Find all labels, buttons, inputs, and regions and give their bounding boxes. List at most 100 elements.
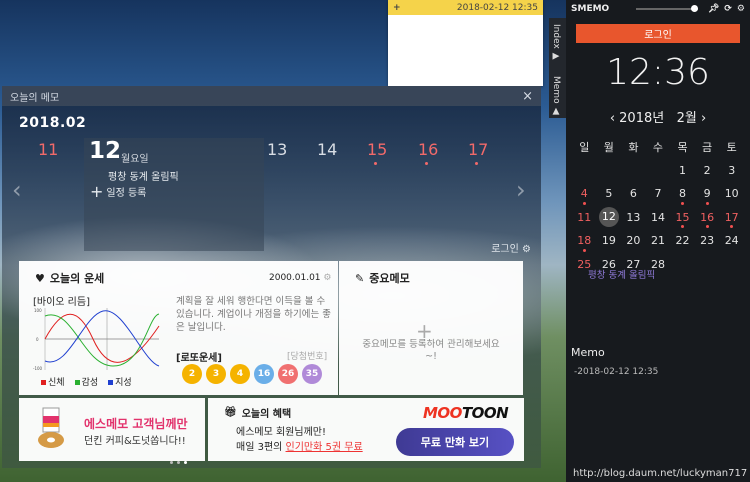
next-arrow-icon[interactable]: › [516, 176, 526, 204]
fortune-title: ♥ 오늘의 운세 [35, 270, 104, 286]
fortune-text: 계획을 잘 세워 행한다면 이득을 볼 수 있습니다. 계업이나 개점을 하기에… [176, 296, 331, 333]
ad1-title: 에스메모 고객님께만 [84, 417, 188, 431]
calendar-day[interactable]: 6 [621, 182, 646, 206]
calendar-day-number: 8 [679, 187, 687, 201]
add-schedule-button[interactable]: + 일정 등록 [90, 182, 146, 201]
svg-text:-100: -100 [33, 366, 43, 371]
biorhythm-legend: 신체 감성 지성 [41, 375, 132, 388]
calendar-day-number: 22 [675, 234, 690, 248]
calendar-day[interactable]: 1 [670, 159, 695, 183]
calendar-day [572, 159, 597, 183]
calendar-day [719, 253, 744, 277]
fortune-title-text: 오늘의 운세 [49, 272, 105, 285]
calendar-day[interactable]: 21 [646, 229, 671, 253]
settings-icon[interactable]: ⚙ [323, 273, 331, 283]
calendar-day[interactable]: 9 [695, 182, 720, 206]
gear-icon[interactable]: ⚙ [737, 4, 745, 14]
calendar-day[interactable]: 4 [572, 182, 597, 206]
today-cell[interactable]: 12 월요일 평창 동계 올림픽 + 일정 등록 [84, 138, 264, 251]
pin-icon[interactable]: 📌︎ [708, 4, 719, 14]
calendar-day [646, 159, 671, 183]
calendar-day-number: 14 [650, 210, 665, 224]
weekday-label: 월 [603, 140, 614, 154]
calendar-day[interactable]: 20 [621, 229, 646, 253]
prev-arrow-icon[interactable]: ‹ [12, 176, 22, 204]
pager-dot[interactable] [177, 461, 180, 464]
refresh-icon[interactable]: ⟳ [724, 4, 732, 14]
lotto-ball: 2 [182, 364, 202, 384]
calendar-day[interactable]: 22 [670, 229, 695, 253]
calendar-day[interactable]: 3 [719, 159, 744, 183]
calendar-day[interactable]: 14 [646, 206, 671, 230]
calendar-day[interactable]: 12 [597, 206, 622, 230]
tab-memo[interactable]: Memo ▲ [551, 76, 561, 116]
free-comics-button[interactable]: 무료 만화 보기 [396, 428, 514, 456]
day-15[interactable]: 15 [367, 140, 387, 159]
day-13[interactable]: 13 [267, 140, 287, 159]
event-dot [681, 201, 685, 205]
legend-emotional: 감성 [75, 375, 99, 388]
calendar-day[interactable]: 10 [719, 182, 744, 206]
pager-dot[interactable] [170, 461, 173, 464]
gift-icon: 🎁︎ [224, 407, 237, 418]
mootoon-ad-banner[interactable]: 🎁︎ 오늘의 혜택 에스메모 회원님께만! 매일 3편의 인기만화 5권 무료 … [208, 398, 524, 461]
calendar-day[interactable]: 13 [621, 206, 646, 230]
calendar-day[interactable]: 11 [572, 206, 597, 230]
slider-handle[interactable] [691, 4, 699, 12]
calendar-day[interactable]: 18 [572, 229, 597, 253]
calendar-day[interactable]: 15 [670, 206, 695, 230]
fortune-date[interactable]: 2000.01.01 ⚙ [269, 273, 331, 283]
panel-header: 오늘의 메모 × [2, 86, 541, 106]
ad1-subtitle: 던킨 커피&도넛쏩니다!! [84, 436, 186, 447]
today-event[interactable]: 평창 동계 올림픽 [108, 168, 179, 183]
prev-month-icon[interactable]: ‹ [610, 111, 615, 126]
calendar-day-number: 24 [724, 234, 739, 248]
smemo-sidebar: SMEMO 📌︎ ⟳ ⚙ 로그인 12:36 ‹ 2018년 2월 › 일 월 … [566, 0, 750, 482]
panel-login-link[interactable]: 로그인 ⚙ [491, 240, 531, 255]
brand-part-a: MOO [423, 404, 462, 422]
calendar-day[interactable]: 19 [597, 229, 622, 253]
calendar-day[interactable]: 7 [646, 182, 671, 206]
close-icon[interactable]: × [522, 89, 533, 104]
calendar-day-number: 19 [601, 234, 616, 248]
legend-physical: 신체 [41, 375, 65, 388]
next-month-icon[interactable]: › [701, 111, 706, 126]
add-note-button[interactable]: + [393, 3, 401, 13]
day-11[interactable]: 11 [38, 140, 58, 159]
calendar-day[interactable]: 8 [670, 182, 695, 206]
lotto-ball: 16 [254, 364, 274, 384]
calendar-day[interactable]: 16 [695, 206, 720, 230]
tab-index[interactable]: Index ▶ [551, 24, 561, 62]
calendar-day-number: 15 [675, 210, 690, 224]
fortune-date-text: 2000.01.01 [269, 273, 321, 283]
sticky-note[interactable]: + 2018-02-12 12:35 [388, 0, 543, 86]
pager-dots[interactable] [170, 461, 187, 464]
pager-dot[interactable] [184, 461, 187, 464]
calendar-day [621, 159, 646, 183]
important-memo-card[interactable]: ✎ 중요메모 + 중요메모를 등록하여 관리해보세요~! [339, 261, 523, 395]
calendar-day[interactable]: 2 [695, 159, 720, 183]
year-month: 2018.02 [19, 115, 87, 131]
day-16[interactable]: 16 [418, 140, 438, 159]
lotto-ball: 4 [230, 364, 250, 384]
calendar-event[interactable]: 평창 동계 올림픽 [588, 267, 655, 281]
calendar-day[interactable]: 17 [719, 206, 744, 230]
day-17[interactable]: 17 [468, 140, 488, 159]
event-dot [425, 162, 428, 165]
event-dot [681, 225, 685, 228]
opacity-slider[interactable] [636, 4, 699, 12]
calendar-day-number: 17 [724, 210, 739, 224]
calendar-day[interactable]: 5 [597, 182, 622, 206]
winning-numbers-link[interactable]: [당첨번호] [287, 349, 327, 362]
dunkin-ad-banner[interactable]: 에스메모 고객님께만 던킨 커피&도넛쏩니다!! [19, 398, 205, 461]
benefit-highlight: 인기만화 5권 무료 [285, 442, 363, 453]
calendar-day[interactable]: 24 [719, 229, 744, 253]
calendar-day [695, 253, 720, 277]
calendar-day [670, 253, 695, 277]
calendar-day-number: 6 [629, 187, 637, 201]
calendar-day[interactable]: 23 [695, 229, 720, 253]
login-button[interactable]: 로그인 [576, 24, 740, 43]
add-schedule-label: 일정 등록 [106, 188, 147, 199]
day-14[interactable]: 14 [317, 140, 337, 159]
memo-item[interactable]: -2018-02-12 12:35 [574, 367, 658, 377]
